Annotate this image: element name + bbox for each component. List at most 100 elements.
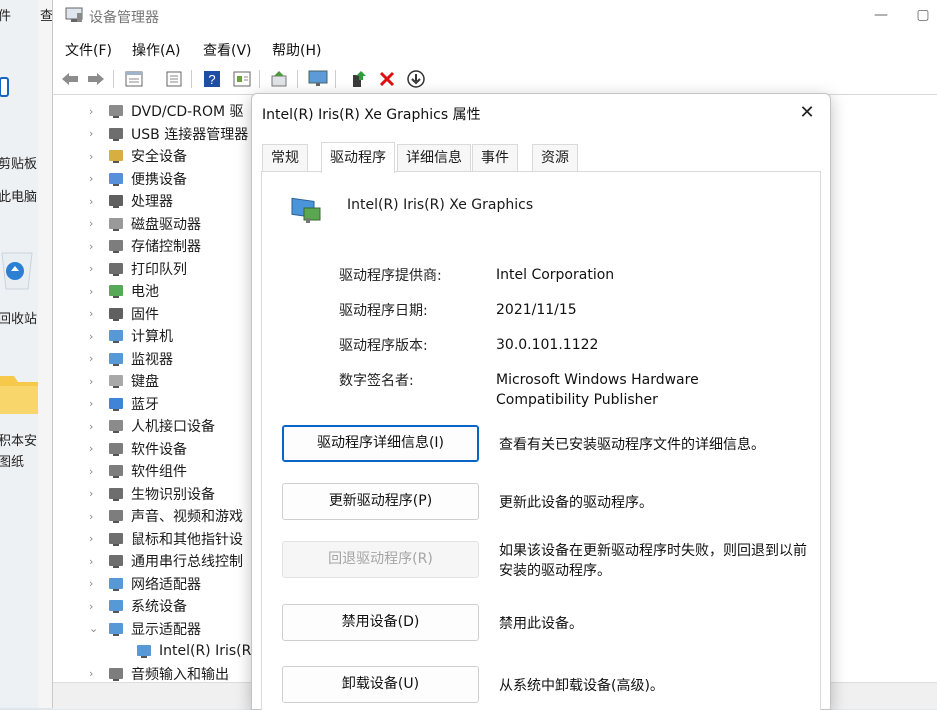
- tree-item[interactable]: › 处理器: [89, 190, 173, 212]
- chevron-right-icon[interactable]: ›: [89, 330, 103, 343]
- chevron-right-icon[interactable]: ›: [89, 285, 103, 298]
- rollback-driver-button[interactable]: 回退驱动程序(R): [282, 541, 479, 578]
- tree-item[interactable]: › 蓝牙: [89, 393, 159, 415]
- menu-file[interactable]: 文件(F): [65, 40, 112, 60]
- chevron-right-icon[interactable]: ›: [89, 667, 103, 680]
- chevron-right-icon[interactable]: ›: [89, 195, 103, 208]
- minimize-button[interactable]: —: [869, 4, 893, 26]
- resources-view-icon[interactable]: [231, 68, 253, 90]
- chevron-right-icon[interactable]: ›: [89, 172, 103, 185]
- tree-item[interactable]: › 键盘: [89, 370, 159, 392]
- help-icon[interactable]: ?: [201, 68, 223, 90]
- tree-item[interactable]: › 磁盘驱动器: [89, 213, 201, 235]
- chevron-right-icon[interactable]: ›: [89, 397, 103, 410]
- tree-item[interactable]: ⌄ 显示适配器: [89, 618, 201, 640]
- tab-driver[interactable]: 驱动程序: [321, 142, 395, 173]
- tree-item[interactable]: › 固件: [89, 303, 159, 325]
- chevron-right-icon[interactable]: ›: [89, 442, 103, 455]
- back-arrow-icon[interactable]: [59, 68, 81, 90]
- tree-item[interactable]: › 鼠标和其他指针设: [89, 528, 243, 550]
- tree-item-label: 打印队列: [131, 261, 187, 278]
- device-manager-icon: [65, 7, 83, 23]
- chevron-right-icon[interactable]: ›: [89, 375, 103, 388]
- chevron-right-icon[interactable]: ›: [89, 532, 103, 545]
- keyboard-icon: [107, 373, 125, 389]
- tree-item[interactable]: › 软件设备: [89, 438, 187, 460]
- tree-item-label: 鼠标和其他指针设: [131, 531, 243, 548]
- device-tree: › DVD/CD-ROM 驱 › USB 连接器管理器 › 安全设备 › 便携设备 › 处理器 › 磁…: [53, 98, 257, 683]
- tree-item[interactable]: › 通用串行总线控制: [89, 550, 243, 572]
- tree-item[interactable]: › 存储控制器: [89, 235, 201, 257]
- chevron-down-icon[interactable]: ⌄: [89, 622, 103, 635]
- tab-events[interactable]: 事件: [472, 144, 518, 172]
- mouse-icon: [107, 531, 125, 547]
- tree-item[interactable]: › 声音、视频和游戏: [89, 505, 243, 527]
- list-view-icon[interactable]: [163, 68, 185, 90]
- forward-arrow-icon[interactable]: [85, 68, 107, 90]
- tree-item[interactable]: › 生物识别设备: [89, 483, 215, 505]
- menu-view[interactable]: 查看(V): [203, 40, 252, 60]
- chevron-right-icon[interactable]: ›: [89, 555, 103, 568]
- chevron-right-icon[interactable]: ›: [89, 150, 103, 163]
- maximize-button[interactable]: ▢: [911, 4, 935, 26]
- computer-icon: [107, 328, 125, 344]
- driver-details-button[interactable]: 驱动程序详细信息(I): [282, 425, 479, 462]
- tree-item[interactable]: › DVD/CD-ROM 驱: [89, 100, 244, 122]
- tree-item[interactable]: › 系统设备: [89, 595, 187, 617]
- chevron-right-icon[interactable]: ›: [89, 240, 103, 253]
- chevron-right-icon[interactable]: ›: [89, 127, 103, 140]
- tree-item-label: 处理器: [131, 194, 173, 210]
- desktop-clipboard-label[interactable]: 剪贴板: [0, 153, 37, 172]
- tree-item-label: 系统设备: [131, 599, 187, 615]
- tab-resources[interactable]: 资源: [532, 144, 578, 172]
- tree-item-label: 软件设备: [131, 441, 187, 458]
- tree-item[interactable]: Intel(R) Iris(R): [117, 640, 257, 662]
- desktop-partial-text: 件: [0, 9, 12, 24]
- chevron-right-icon[interactable]: ›: [89, 262, 103, 275]
- chevron-right-icon[interactable]: ›: [89, 420, 103, 433]
- folder-icon[interactable]: [0, 372, 38, 418]
- desktop-this-pc-label[interactable]: 此电脑: [0, 186, 37, 205]
- desktop-file-label[interactable]: 图纸: [0, 451, 24, 470]
- desktop-recycle-bin-label[interactable]: 回收站: [0, 308, 37, 327]
- tree-item[interactable]: › 计算机: [89, 325, 173, 347]
- tab-details[interactable]: 详细信息: [397, 144, 471, 172]
- tree-item[interactable]: › 网络适配器: [89, 573, 201, 595]
- tree-item[interactable]: › 电池: [89, 280, 159, 302]
- tree-item-label: 便携设备: [131, 171, 187, 188]
- tree-item[interactable]: › 便携设备: [89, 168, 187, 190]
- chevron-right-icon[interactable]: ›: [89, 307, 103, 320]
- tree-item[interactable]: › 安全设备: [89, 145, 187, 167]
- chevron-right-icon[interactable]: ›: [89, 577, 103, 590]
- menu-help[interactable]: 帮助(H): [272, 40, 321, 60]
- chevron-right-icon[interactable]: ›: [89, 352, 103, 365]
- chevron-right-icon[interactable]: ›: [89, 600, 103, 613]
- chevron-right-icon[interactable]: ›: [89, 510, 103, 523]
- monitor-icon[interactable]: [307, 68, 329, 90]
- update-driver-icon[interactable]: [347, 68, 369, 90]
- chevron-right-icon[interactable]: ›: [89, 487, 103, 500]
- tree-item[interactable]: › 人机接口设备: [89, 415, 215, 437]
- uninstall-device-button[interactable]: 卸载设备(U): [282, 666, 479, 703]
- properties-view-icon[interactable]: [123, 68, 145, 90]
- tab-general[interactable]: 常规: [262, 144, 308, 172]
- scan-hardware-icon[interactable]: [269, 68, 291, 90]
- chevron-right-icon[interactable]: ›: [89, 465, 103, 478]
- tree-item[interactable]: › USB 连接器管理器: [89, 123, 248, 145]
- recycle-bin-icon[interactable]: [0, 247, 34, 295]
- chevron-right-icon[interactable]: ›: [89, 105, 103, 118]
- tree-item[interactable]: › 打印队列: [89, 258, 187, 280]
- tree-item[interactable]: › 软件组件: [89, 460, 187, 482]
- update-driver-button[interactable]: 更新驱动程序(P): [282, 483, 479, 520]
- tree-item-label: 计算机: [131, 329, 173, 345]
- uninstall-icon[interactable]: [376, 68, 398, 90]
- download-icon[interactable]: [405, 68, 427, 90]
- chevron-right-icon[interactable]: ›: [89, 217, 103, 230]
- close-icon[interactable]: ✕: [796, 102, 818, 124]
- folder-icon[interactable]: [0, 76, 10, 102]
- tree-item[interactable]: › 监视器: [89, 348, 173, 370]
- disable-device-description: 禁用此设备。: [499, 616, 583, 632]
- menu-action[interactable]: 操作(A): [132, 40, 181, 60]
- disable-device-button[interactable]: 禁用设备(D): [282, 604, 479, 641]
- desktop-file-label[interactable]: 积本安: [0, 430, 37, 449]
